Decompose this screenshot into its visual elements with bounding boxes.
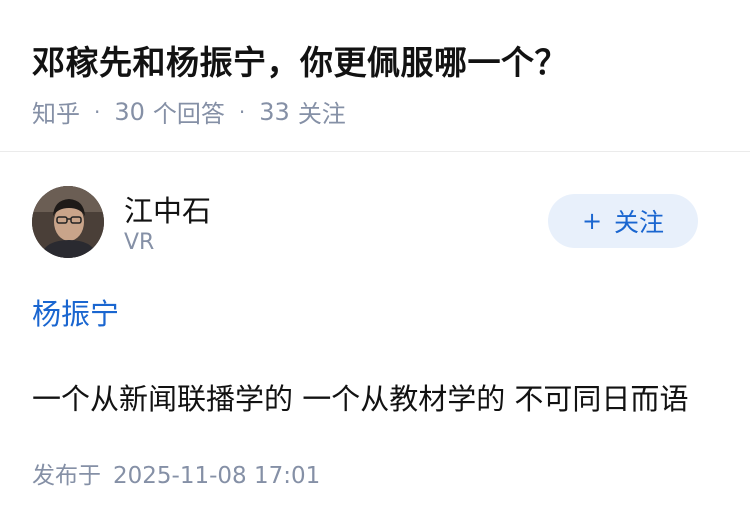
answer-author: 江中石 VR + 关注 xyxy=(32,186,718,260)
follow-count-label: 关注 xyxy=(297,100,346,128)
publish-time: 发布于 2025-11-08 17:01 xyxy=(32,456,320,490)
topic-link[interactable]: 杨振宁 xyxy=(32,291,119,333)
meta-separator: · xyxy=(94,99,101,124)
question-title[interactable]: 邓稼先和杨振宁，你更佩服哪一个？ xyxy=(32,36,568,84)
author-bio: VR xyxy=(124,230,155,255)
answer-count: 30 xyxy=(114,97,145,126)
follow-button-label: 关注 xyxy=(614,208,665,237)
publish-label: 发布于 xyxy=(32,463,101,489)
avatar[interactable] xyxy=(32,186,104,258)
author-name[interactable]: 江中石 xyxy=(124,188,211,230)
avatar-photo-icon xyxy=(32,186,104,258)
question-meta: 知乎 · 30 个回答 · 33 关注 xyxy=(32,94,346,129)
publish-date: 2025-11-08 17:01 xyxy=(113,463,321,489)
question-header: 邓稼先和杨振宁，你更佩服哪一个？ 知乎 · 30 个回答 · 33 关注 xyxy=(0,0,750,152)
answer-count-label: 个回答 xyxy=(152,100,225,128)
source-label[interactable]: 知乎 xyxy=(32,94,80,129)
follow-button[interactable]: + 关注 xyxy=(548,194,698,248)
answer-content: 一个从新闻联播学的 一个从教材学的 不可同日而语 xyxy=(32,382,689,416)
plus-icon: + xyxy=(581,207,603,235)
follow-count: 33 xyxy=(259,97,290,126)
meta-separator: · xyxy=(238,99,246,124)
